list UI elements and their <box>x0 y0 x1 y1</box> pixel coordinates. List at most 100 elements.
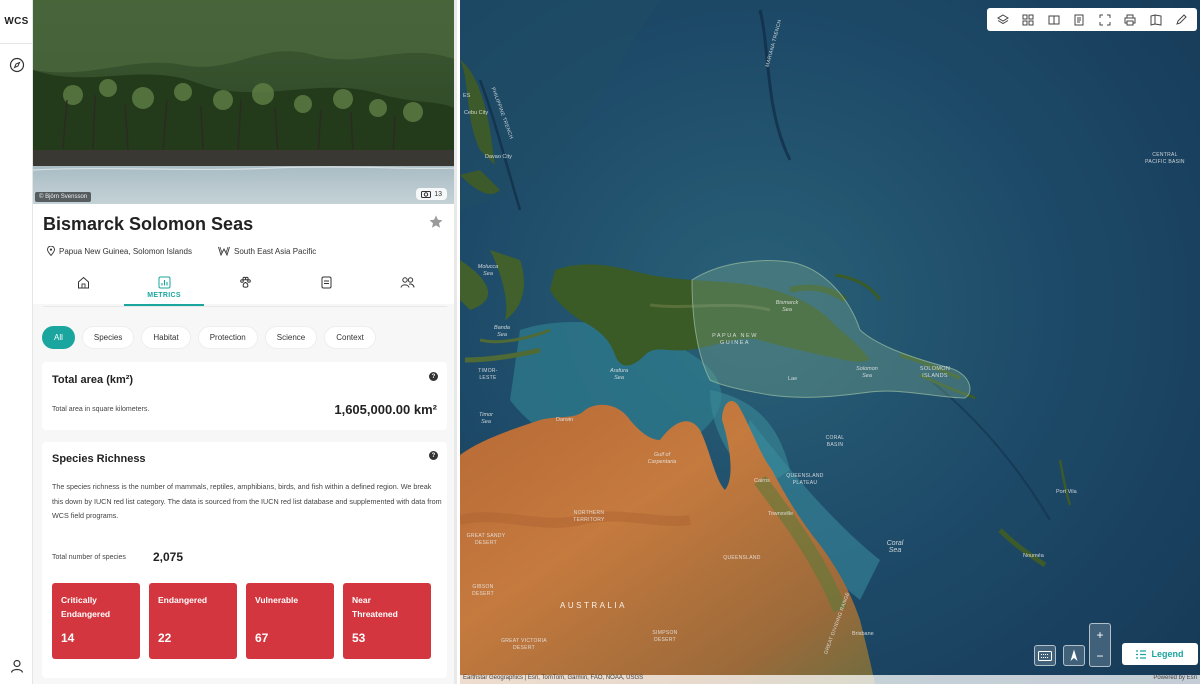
filter-science[interactable]: Science <box>264 326 318 349</box>
filter-context[interactable]: Context <box>324 326 376 349</box>
north-arrow-icon <box>1070 649 1078 661</box>
help-icon[interactable]: ? <box>429 372 438 381</box>
map-label: AUSTRALIA <box>560 601 627 610</box>
print-icon[interactable] <box>1121 11 1139 29</box>
map-toolbar <box>987 8 1197 31</box>
left-rail: WCS <box>0 0 33 684</box>
map-label: CORAL BASIN <box>825 435 845 448</box>
map-label: Cebu City <box>464 110 489 116</box>
total-species-value: 2,075 <box>153 550 184 564</box>
document-icon <box>321 276 331 289</box>
location: Papua New Guinea, Solomon Islands <box>47 246 192 256</box>
map-label: QUEENSLAND <box>723 555 761 561</box>
people-icon <box>400 277 414 288</box>
report-icon[interactable] <box>1070 11 1088 29</box>
total-area-card: Total area (km²) ? Total area in square … <box>42 362 447 430</box>
category-critically-endangered[interactable]: Critically Endangered 14 <box>52 583 140 659</box>
map-label: Port Vila <box>1056 489 1077 495</box>
category-near-threatened[interactable]: Near Threatened 53 <box>343 583 431 659</box>
compass-icon[interactable] <box>7 55 26 74</box>
category-endangered[interactable]: Endangered 22 <box>149 583 237 659</box>
tab-overview[interactable] <box>43 270 123 306</box>
map-label: Coral Sea <box>886 540 904 554</box>
camera-icon <box>421 191 432 198</box>
app-root: WCS © Björn Svensson 13 Bismarck Solomon… <box>0 0 1200 684</box>
map-label: GIBSON DESERT <box>472 584 494 597</box>
category-name: Endangered <box>158 595 208 605</box>
category-vulnerable[interactable]: Vulnerable 67 <box>246 583 334 659</box>
compass-north-button[interactable] <box>1063 645 1085 666</box>
total-area-description: Total area in square kilometers. <box>52 406 150 413</box>
map-label: Banda Sea <box>494 325 510 338</box>
map-label: Molucca Sea <box>477 264 499 277</box>
species-richness-card: Species Richness ? The species richness … <box>42 442 447 678</box>
total-area-value: 1,605,000.00 km² <box>334 402 437 417</box>
map-label: Bismarck Sea <box>775 300 799 313</box>
fullscreen-icon[interactable] <box>1096 11 1114 29</box>
map-label: Lae <box>788 376 798 382</box>
map-label: NORTHERN TERRITORY <box>573 510 605 523</box>
zoom-in-button[interactable]: + <box>1090 624 1110 645</box>
site-header: Bismarck Solomon Seas Papua New Guinea, … <box>33 204 454 307</box>
photo-credit: © Björn Svensson <box>35 192 92 202</box>
pin-icon <box>47 246 55 256</box>
layers-icon[interactable] <box>994 11 1012 29</box>
keyboard-icon <box>1038 650 1052 661</box>
map-label: Gulf of Carpentaria <box>647 452 677 465</box>
paw-icon <box>239 276 251 288</box>
map-view[interactable]: MARIANA TRENCH PHILIPPINE TRENCH ES Cebu… <box>460 0 1200 684</box>
basemap-toggle-button[interactable] <box>1034 645 1056 666</box>
category-name: Vulnerable <box>255 595 299 605</box>
category-count: 67 <box>255 631 269 645</box>
home-icon <box>77 276 89 289</box>
filter-all[interactable]: All <box>42 326 75 349</box>
site-photo[interactable]: © Björn Svensson 13 <box>33 0 454 204</box>
user-icon[interactable] <box>7 656 26 675</box>
tab-species[interactable] <box>205 270 285 306</box>
powered-by[interactable]: Powered by Esri <box>1153 675 1200 684</box>
map-label: GREAT VICTORIA DESERT <box>501 638 547 651</box>
tab-metrics[interactable]: METRICS <box>124 270 204 306</box>
filter-habitat[interactable]: Habitat <box>141 326 191 349</box>
tab-people[interactable] <box>367 270 447 306</box>
photo-count-badge[interactable]: 13 <box>416 188 447 200</box>
wcs-logo[interactable]: WCS <box>0 0 33 44</box>
filter-protection[interactable]: Protection <box>197 326 258 349</box>
tab-bar: METRICS <box>43 270 447 307</box>
legend-button[interactable]: Legend <box>1122 643 1198 665</box>
page-title: Bismarck Solomon Seas <box>43 214 254 234</box>
map-label: Arafura Sea <box>609 368 629 381</box>
map-label: PAPUA NEW GUINEA <box>712 333 758 346</box>
map-label: TIMOR-LESTE <box>478 368 498 381</box>
attribution-text: Earthstar Geographics | Esri, TomTom, Ga… <box>463 675 644 681</box>
map-label: Solomon Sea <box>856 366 878 379</box>
help-icon[interactable]: ? <box>429 451 438 460</box>
total-area-title: Total area (km²) <box>52 374 134 386</box>
species-richness-title: Species Richness <box>52 453 146 465</box>
draw-icon[interactable] <box>1172 11 1190 29</box>
tab-divider <box>43 306 447 307</box>
map-label: Timor Sea <box>478 412 493 425</box>
total-species-label: Total number of species <box>52 554 126 561</box>
map-label: Darwin <box>556 417 574 423</box>
grid-icon[interactable] <box>1019 11 1037 29</box>
site-panel: © Björn Svensson 13 Bismarck Solomon Sea… <box>33 0 457 684</box>
category-count: 53 <box>352 631 366 645</box>
zoom-control: + − <box>1089 623 1111 667</box>
zoom-out-button[interactable]: − <box>1090 645 1110 666</box>
bookmark-icon[interactable] <box>1147 11 1165 29</box>
map-attribution: Earthstar Geographics | Esri, TomTom, Ga… <box>460 675 1200 684</box>
category-count: 22 <box>158 631 172 645</box>
map-label: GREAT SANDY DESERT <box>466 533 506 546</box>
category-name: Critically Endangered <box>61 595 111 619</box>
basemap <box>460 0 1200 684</box>
map-label: Cairns <box>754 478 770 484</box>
map-label: Davao City <box>485 154 512 160</box>
map-label: SOLOMON ISLANDS <box>919 366 951 379</box>
map-label: Nouméa <box>1023 553 1044 559</box>
tab-documents[interactable] <box>286 270 366 306</box>
filter-species[interactable]: Species <box>81 326 135 349</box>
star-icon[interactable] <box>428 214 444 230</box>
map-label: CENTRAL PACIFIC BASIN <box>1145 152 1185 165</box>
compare-icon[interactable] <box>1045 11 1063 29</box>
